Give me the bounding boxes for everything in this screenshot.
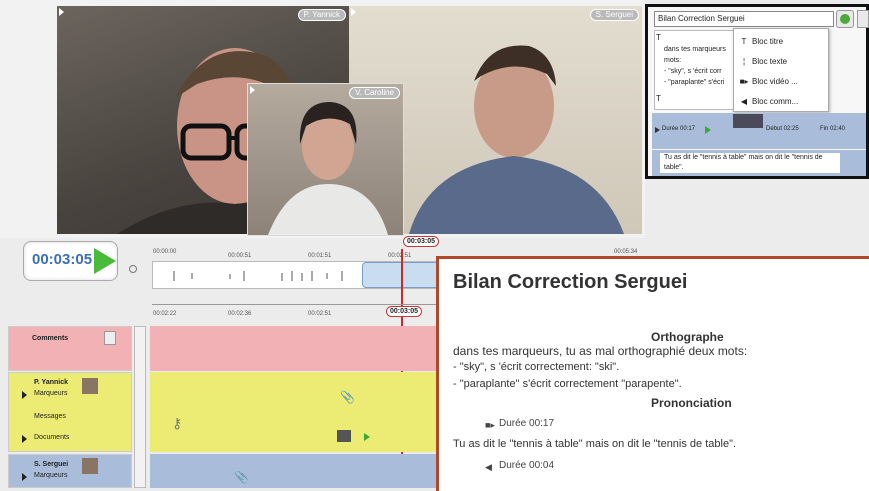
ruler-tick: 00:02:51 bbox=[308, 311, 332, 317]
video-block-duration: Durée 00:17 bbox=[662, 126, 696, 132]
menu-item-label: Bloc titre bbox=[752, 36, 784, 46]
timeline-tick: 00:01:51 bbox=[308, 253, 332, 259]
yannick-documents[interactable]: Documents bbox=[34, 434, 69, 441]
document-title-input[interactable]: Bilan Correction Serguei bbox=[654, 11, 834, 27]
document-preview: Bilan Correction Serguei Orthographe dan… bbox=[436, 256, 869, 491]
preview-button[interactable] bbox=[857, 10, 869, 28]
doc-text-line: dans tes marqueurs, tu as mal orthograph… bbox=[453, 344, 748, 358]
menu-item-label: Bloc comm... bbox=[752, 96, 799, 106]
play-corner-icon[interactable] bbox=[250, 86, 255, 94]
comments-track[interactable] bbox=[150, 326, 440, 371]
timeline-tick: 00:02:51 bbox=[388, 253, 412, 259]
ruler-tick: 00:02:22 bbox=[153, 311, 177, 317]
video-block-icon: ■▸ bbox=[739, 76, 749, 86]
title-block-icon: T bbox=[741, 36, 747, 46]
doc-text-line: - "sky", s 'écrit correctement: "ski". bbox=[453, 361, 620, 373]
video-label: P. Yannick bbox=[297, 9, 346, 21]
video-thumbnail bbox=[733, 114, 763, 128]
play-corner-icon[interactable] bbox=[351, 8, 356, 16]
yannick-messages[interactable]: Messages bbox=[34, 413, 66, 420]
doc-video-duration: Durée 00:17 bbox=[499, 418, 555, 429]
video-label: V. Caroline bbox=[349, 87, 400, 99]
video-end-stepper[interactable]: Fin 02:40 bbox=[820, 126, 845, 132]
volume-icon[interactable] bbox=[129, 265, 137, 273]
add-block-icon bbox=[840, 14, 850, 24]
add-comment-icon[interactable] bbox=[104, 331, 116, 345]
play-button[interactable] bbox=[94, 248, 116, 274]
doc-title: Bilan Correction Serguei bbox=[453, 271, 688, 293]
avatar bbox=[82, 458, 98, 474]
timeline-tick: 00:00:00 bbox=[153, 249, 177, 255]
video-tile-caroline[interactable]: V. Caroline bbox=[247, 83, 404, 236]
timer-display: 00:03:05 bbox=[32, 251, 93, 268]
ruler-playhead-label: 00:03:05 bbox=[386, 306, 423, 317]
audio-comment-icon: ◀ bbox=[740, 96, 748, 106]
timeline-tick: 00:05:34 bbox=[614, 249, 638, 255]
avatar bbox=[82, 378, 98, 394]
menu-item-label: Bloc vidéo ... bbox=[752, 76, 798, 86]
serguei-track[interactable] bbox=[150, 454, 440, 488]
block-play-icon[interactable] bbox=[655, 127, 660, 133]
play-corner-icon[interactable] bbox=[59, 8, 64, 16]
yannick-markers[interactable]: Marqueurs bbox=[34, 390, 67, 397]
serguei-name: S. Serguei bbox=[34, 461, 69, 468]
doc-section-prononciation: Prononciation bbox=[651, 396, 732, 410]
video-block-play-icon[interactable] bbox=[705, 126, 711, 134]
comments-label: Comments bbox=[32, 335, 69, 342]
block-line: - "paraplante" s'écri bbox=[664, 79, 725, 86]
expand-markers-icon[interactable] bbox=[22, 391, 27, 399]
menu-item-title-block[interactable]: T Bloc titre bbox=[734, 31, 829, 51]
doc-section-orthographe: Orthographe bbox=[651, 330, 724, 344]
expand-documents-icon[interactable] bbox=[22, 435, 27, 443]
zoom-ruler[interactable] bbox=[152, 295, 442, 305]
serguei-markers[interactable]: Marqueurs bbox=[34, 472, 67, 479]
track-play-icon[interactable] bbox=[364, 433, 370, 441]
menu-item-label: Bloc texte bbox=[752, 56, 788, 66]
expand-markers-icon[interactable] bbox=[22, 473, 27, 481]
block-line: mots: bbox=[664, 57, 682, 64]
key-icon[interactable]: ⚷ bbox=[172, 415, 182, 432]
doc-text-line: - "paraplante" s'écrit correctement "par… bbox=[453, 378, 682, 390]
playhead-label: 00:03:05 bbox=[403, 236, 440, 247]
yannick-track[interactable] bbox=[150, 372, 440, 452]
person-figure bbox=[268, 102, 388, 235]
doc-text-line: Tu as dit le "tennis à table" mais on di… bbox=[453, 438, 737, 450]
text-block-icon: ¦ bbox=[742, 56, 746, 66]
serguei-track-header bbox=[8, 454, 132, 488]
ruler-tick: 00:02:36 bbox=[228, 311, 252, 317]
track-scrollbar[interactable] bbox=[134, 326, 146, 488]
comment-block-text[interactable]: Tu as dit le "tennis à table" mais on di… bbox=[660, 153, 840, 173]
doc-audio-duration: Durée 00:04 bbox=[499, 460, 555, 471]
video-label: S. Serguei bbox=[589, 9, 639, 21]
block-line: T bbox=[656, 33, 661, 42]
doc-video-icon[interactable]: ■▸ bbox=[485, 420, 495, 431]
menu-item-text-block[interactable]: ¦ Bloc texte bbox=[734, 51, 829, 71]
video-thumb-icon[interactable] bbox=[337, 430, 351, 442]
menu-item-comment-block[interactable]: ◀ Bloc comm... bbox=[734, 91, 829, 111]
block-type-menu: T Bloc titre ¦ Bloc texte ■▸ Bloc vidéo … bbox=[733, 28, 829, 112]
block-line: T bbox=[656, 94, 661, 103]
timeline-tick: 00:00:51 bbox=[228, 253, 252, 259]
video-start-stepper[interactable]: Début 02:25 bbox=[766, 126, 799, 132]
block-line: dans tes marqueurs bbox=[664, 46, 726, 53]
doc-audio-icon[interactable]: ◀ bbox=[485, 462, 492, 473]
menu-item-video-block[interactable]: ■▸ Bloc vidéo ... bbox=[734, 71, 829, 91]
paperclip-icon[interactable]: 📎 bbox=[234, 470, 249, 484]
block-line: - "sky", s 'écrit corr bbox=[664, 68, 722, 75]
paperclip-icon[interactable]: 📎 bbox=[340, 390, 355, 404]
yannick-name: P. Yannick bbox=[34, 379, 68, 386]
add-block-button[interactable] bbox=[836, 10, 854, 28]
